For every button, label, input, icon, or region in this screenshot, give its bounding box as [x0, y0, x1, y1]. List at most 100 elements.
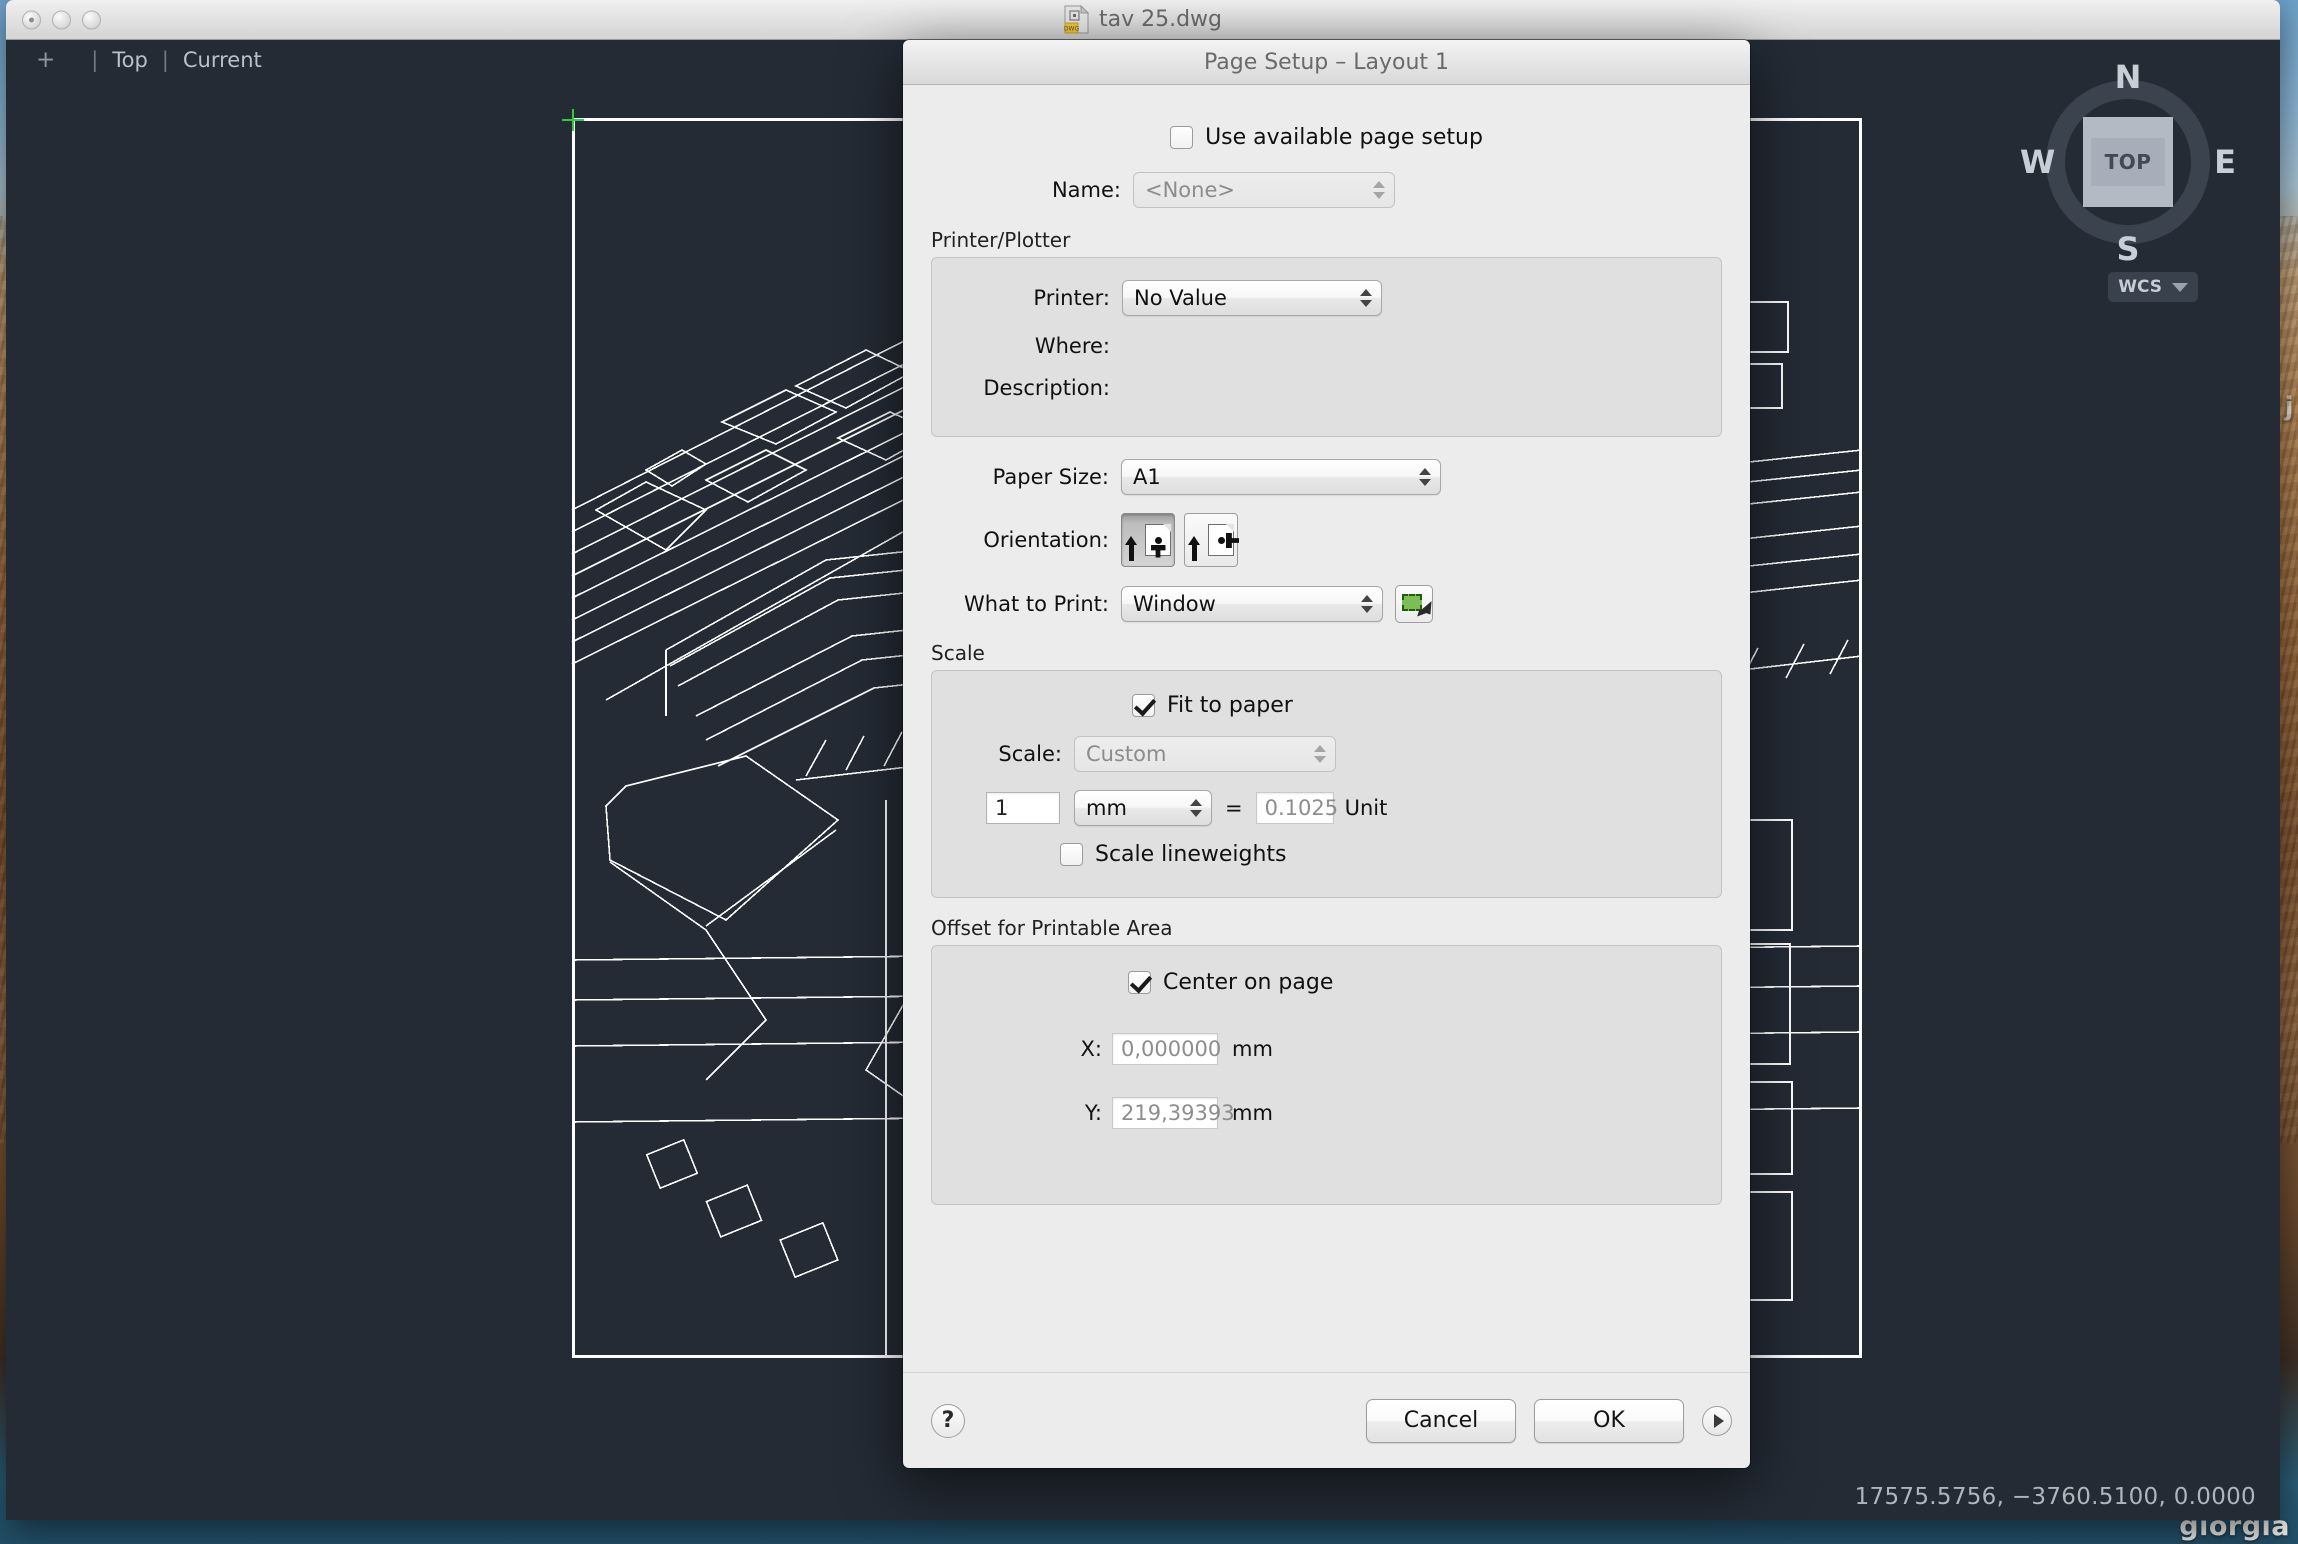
window-title-group: DWG tav 25.dwg	[1064, 4, 1223, 34]
description-row: Description:	[932, 376, 1703, 400]
scale-unit-value: mm	[1086, 796, 1127, 820]
paper-size-row: Paper Size: A1	[931, 459, 1722, 495]
offset-y-label: Y:	[1084, 1101, 1102, 1125]
dwg-file-icon: DWG	[1064, 4, 1090, 34]
cursor-arrow-icon	[1417, 609, 1428, 620]
stepper-arrows-icon	[1419, 468, 1431, 486]
viewcube-west-label[interactable]: W	[2020, 143, 2055, 181]
scale-select[interactable]: Custom	[1074, 736, 1336, 772]
paper-size-select[interactable]: A1	[1121, 459, 1441, 495]
page-setup-dialog: Page Setup – Layout 1 Use available page…	[903, 40, 1750, 1468]
viewport-separator-2: |	[161, 48, 169, 72]
close-button[interactable]	[22, 10, 41, 29]
page-portrait-icon	[1145, 524, 1171, 556]
scale-select-row: Scale: Custom	[932, 736, 1721, 772]
stepper-arrows-icon	[1360, 289, 1372, 307]
ucs-selector-button[interactable]: WCS	[2108, 272, 2198, 302]
printer-value: No Value	[1134, 286, 1227, 310]
scale-lineweights-checkbox[interactable]	[1060, 843, 1083, 866]
orientation-label: Orientation:	[983, 528, 1109, 552]
offset-y-input[interactable]: 219,39393	[1112, 1097, 1235, 1129]
viewport-view-label[interactable]: Top	[112, 48, 147, 72]
what-to-print-select[interactable]: Window	[1121, 586, 1383, 622]
what-to-print-value: Window	[1133, 592, 1216, 616]
scale-numerator-input[interactable]: 1	[986, 792, 1060, 824]
offset-section: Offset for Printable Area Center on page…	[931, 916, 1722, 1205]
ucs-label: WCS	[2118, 277, 2162, 297]
printer-label: Printer:	[1033, 286, 1110, 310]
up-arrow-icon	[1188, 535, 1200, 561]
scale-numerator-value: 1	[995, 796, 1009, 820]
page-setup-name-select[interactable]: <None>	[1133, 172, 1395, 208]
dialog-body: Use available page setup Name: <None> Pr…	[903, 85, 1750, 1372]
svg-text:DWG: DWG	[1064, 26, 1079, 33]
viewcube[interactable]: TOP N S W E	[2020, 58, 2236, 268]
expand-arrow-icon-button[interactable]	[1702, 1405, 1732, 1436]
where-row: Where:	[932, 334, 1703, 358]
scale-group-title: Scale	[931, 641, 985, 665]
orientation-portrait-button[interactable]	[1121, 513, 1175, 567]
stepper-arrows-icon	[1190, 799, 1202, 817]
viewport-label-bar: + | Top | Current	[6, 40, 262, 80]
scale-unit-select[interactable]: mm	[1074, 790, 1212, 826]
scale-group-box: Fit to paper Scale: Custom 1 mm = 0.1025…	[931, 670, 1722, 898]
scale-label: Scale:	[998, 742, 1062, 766]
name-label: Name:	[1051, 178, 1121, 202]
printer-plotter-group-box: Printer: No Value Where: Description:	[931, 257, 1722, 437]
offset-group-box: Center on page X: 0,000000 mm Y: 219,393…	[931, 945, 1722, 1205]
window-title: tav 25.dwg	[1098, 7, 1223, 32]
minimize-button[interactable]	[52, 10, 71, 29]
offset-group-title: Offset for Printable Area	[931, 916, 1173, 940]
page-setup-name-value: <None>	[1145, 178, 1235, 202]
printer-plotter-section: Printer/Plotter Printer: No Value Where:…	[931, 228, 1722, 437]
offset-x-unit: mm	[1232, 1037, 1273, 1061]
viewcube-top-face[interactable]: TOP	[2083, 117, 2173, 207]
offset-x-input[interactable]: 0,000000	[1112, 1033, 1222, 1065]
viewcube-east-label[interactable]: E	[2214, 143, 2236, 181]
coordinate-readout: 17575.5756, −3760.5100, 0.0000	[1854, 1484, 2256, 1510]
zoom-button[interactable]	[82, 10, 101, 29]
center-on-page-checkbox[interactable]	[1128, 971, 1151, 994]
center-on-page-row: Center on page	[932, 970, 1721, 995]
select-window-icon-button[interactable]	[1395, 585, 1433, 623]
description-label: Description:	[983, 376, 1110, 400]
scale-denominator-input[interactable]: 0.1025	[1255, 792, 1338, 824]
scale-lineweights-row: Scale lineweights	[932, 842, 1721, 867]
chevron-down-icon	[2172, 282, 2188, 292]
help-button[interactable]: ?	[931, 1403, 965, 1438]
offset-x-value: 0,000000	[1121, 1037, 1222, 1061]
fit-to-paper-label: Fit to paper	[1167, 693, 1293, 718]
printer-row: Printer: No Value	[932, 280, 1703, 316]
fit-to-paper-checkbox[interactable]	[1132, 694, 1155, 717]
scale-lineweights-label: Scale lineweights	[1095, 842, 1287, 867]
offset-y-value: 219,39393	[1121, 1101, 1235, 1125]
scale-equals-sign: =	[1225, 796, 1243, 820]
use-available-page-setup-checkbox[interactable]	[1170, 126, 1194, 149]
cancel-button[interactable]: Cancel	[1366, 1398, 1516, 1443]
ok-button[interactable]: OK	[1534, 1398, 1684, 1443]
window-titlebar: DWG tav 25.dwg	[6, 0, 2280, 40]
viewcube-face-label: TOP	[2090, 138, 2166, 186]
use-available-page-setup-row: Use available page setup	[931, 125, 1722, 150]
viewcube-north-label[interactable]: N	[2115, 58, 2142, 96]
viewport-visual-style-label[interactable]: Current	[183, 48, 262, 72]
what-to-print-row: What to Print: Window	[931, 585, 1722, 623]
offset-x-row: X: 0,000000 mm	[932, 1033, 1721, 1065]
viewport-add-button[interactable]: +	[36, 47, 55, 73]
selection-corner-marker-icon	[562, 109, 584, 131]
expand-arrow-icon	[1713, 1413, 1724, 1428]
viewcube-south-label[interactable]: S	[2116, 230, 2139, 268]
page-landscape-icon	[1208, 524, 1234, 556]
name-row: Name: <None>	[931, 172, 1722, 208]
scale-value: Custom	[1086, 742, 1167, 766]
offset-y-unit: mm	[1232, 1101, 1273, 1125]
ok-label: OK	[1593, 1408, 1625, 1433]
stepper-arrows-icon	[1361, 595, 1373, 613]
dialog-footer: ? Cancel OK	[903, 1372, 1750, 1468]
printer-select[interactable]: No Value	[1122, 280, 1382, 316]
window-controls[interactable]	[22, 10, 101, 29]
scale-denominator-value: 0.1025	[1264, 796, 1339, 820]
help-label: ?	[941, 1408, 955, 1433]
paper-size-label: Paper Size:	[992, 465, 1109, 489]
orientation-landscape-button[interactable]	[1184, 513, 1238, 567]
